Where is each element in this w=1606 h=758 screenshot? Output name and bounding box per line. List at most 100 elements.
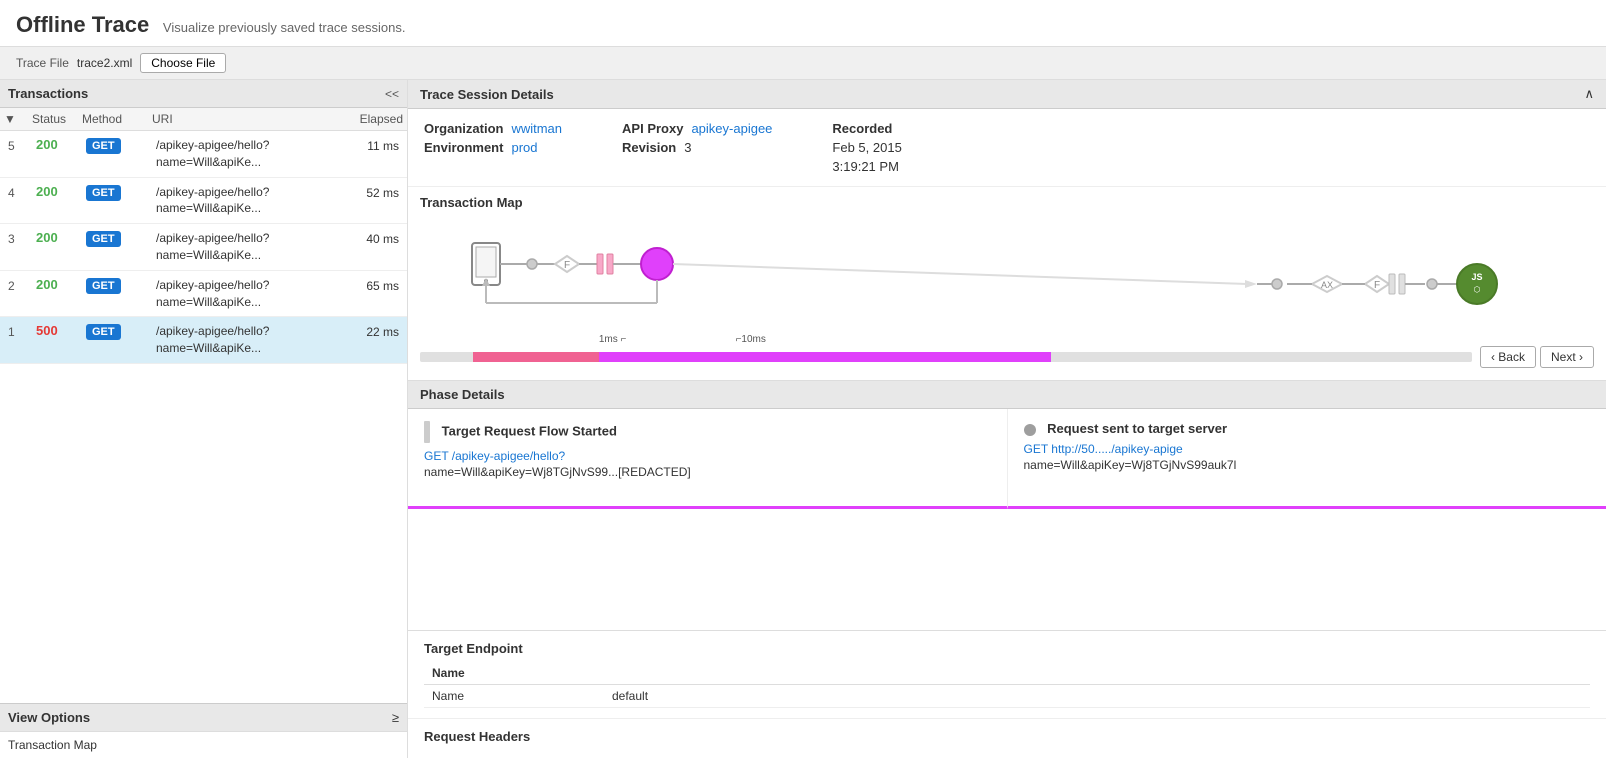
api-proxy-label: API Proxy: [622, 121, 683, 136]
trace-file-label: Trace File: [16, 56, 69, 70]
transactions-header: Transactions <<: [0, 80, 407, 108]
timeline-label-1ms: 1ms ⌐: [599, 334, 627, 345]
transactions-title: Transactions: [8, 86, 88, 101]
org-env-group: Organization wwitman Environment prod: [424, 121, 562, 174]
row-method: GET: [82, 277, 152, 294]
revision-row: Revision 3: [622, 140, 772, 155]
target-endpoint-section: Target Endpoint Name Name default: [408, 631, 1606, 719]
row-elapsed: 52 ms: [338, 184, 403, 200]
request-headers-title: Request Headers: [424, 729, 1590, 744]
phase-card-2-link: GET http://50...../apikey-apige: [1024, 442, 1591, 456]
trace-file-bar: Trace File trace2.xml Choose File: [0, 47, 1606, 80]
row-uri: /apikey-apigee/hello?name=Will&apiKe...: [152, 184, 338, 218]
collapse-session-button[interactable]: ∧: [1584, 86, 1594, 102]
right-panel: Trace Session Details ∧ Organization wwi…: [408, 80, 1606, 758]
collapse-transactions-button[interactable]: <<: [385, 87, 399, 101]
table-row[interactable]: 3 200 GET /apikey-apigee/hello?name=Will…: [0, 224, 407, 271]
recorded-value-row: Feb 5, 2015: [832, 140, 901, 155]
page-title: Offline Trace: [16, 12, 149, 37]
transaction-map-svg: F: [420, 218, 1594, 328]
timeline-segment-magenta: [599, 352, 1051, 362]
phase-card-1: Target Request Flow Started GET /apikey-…: [408, 409, 1008, 509]
view-options-content: Transaction Map: [0, 731, 407, 758]
organization-value: wwitman: [511, 121, 562, 136]
phase-cards: Target Request Flow Started GET /apikey-…: [408, 409, 1606, 509]
transaction-map-section: Transaction Map F: [408, 187, 1606, 381]
organization-label: Organization: [424, 121, 503, 136]
row-num: 5: [4, 137, 32, 153]
main-layout: Transactions << ▼ Status Method URI Elap…: [0, 80, 1606, 758]
proxy-revision-group: API Proxy apikey-apigee Revision 3: [622, 121, 772, 174]
row-num: 3: [4, 230, 32, 246]
timeline-container: 1ms ⌐ ⌐10ms ‹ Back Next ›: [420, 342, 1594, 376]
row-method: GET: [82, 137, 152, 154]
row-status: 200: [32, 184, 82, 199]
row-uri: /apikey-apigee/hello?name=Will&apiKe...: [152, 230, 338, 264]
phase-card-2: Request sent to target server GET http:/…: [1008, 409, 1606, 509]
environment-row: Environment prod: [424, 140, 562, 155]
recorded-label: Recorded: [832, 121, 892, 136]
choose-file-button[interactable]: Choose File: [140, 53, 226, 73]
view-options-collapse-button[interactable]: ≥: [392, 710, 399, 725]
view-options-transaction-map: Transaction Map: [8, 738, 97, 752]
environment-label: Environment: [424, 140, 503, 155]
table-row[interactable]: 5 200 GET /apikey-apigee/hello?name=Will…: [0, 131, 407, 178]
row-uri: /apikey-apigee/hello?name=Will&apiKe...: [152, 277, 338, 311]
method-column-header: Method: [78, 112, 148, 126]
elapsed-column-header: Elapsed: [342, 112, 407, 126]
row-elapsed: 65 ms: [338, 277, 403, 293]
recorded-time: 3:19:21 PM: [832, 159, 899, 174]
table-row[interactable]: 4 200 GET /apikey-apigee/hello?name=Will…: [0, 178, 407, 225]
transactions-list: 5 200 GET /apikey-apigee/hello?name=Will…: [0, 131, 407, 703]
row-status: 500: [32, 323, 82, 338]
trace-file-name: trace2.xml: [77, 56, 132, 70]
timeline-nav-buttons: ‹ Back Next ›: [1480, 346, 1594, 368]
row-uri: /apikey-apigee/hello?name=Will&apiKe...: [152, 137, 338, 171]
endpoint-table: Name Name default: [424, 662, 1590, 708]
recorded-group: Recorded Feb 5, 2015 3:19:21 PM: [832, 121, 901, 174]
view-options-title: View Options: [8, 710, 90, 725]
table-row[interactable]: 2 200 GET /apikey-apigee/hello?name=Will…: [0, 271, 407, 318]
api-proxy-row: API Proxy apikey-apigee: [622, 121, 772, 136]
back-button[interactable]: ‹ Back: [1480, 346, 1536, 368]
session-info: Organization wwitman Environment prod AP…: [408, 109, 1606, 187]
endpoint-value-cell: default: [604, 685, 1590, 708]
phase-card-1-text: name=Will&apiKey=Wj8TGjNvS99...[REDACTED…: [424, 463, 991, 481]
page-header: Offline Trace Visualize previously saved…: [0, 0, 1606, 47]
phase-details-header: Phase Details: [408, 381, 1606, 409]
next-button[interactable]: Next ›: [1540, 346, 1594, 368]
status-column-header: Status: [28, 112, 78, 126]
row-num: 4: [4, 184, 32, 200]
recorded-label-row: Recorded: [832, 121, 901, 136]
row-elapsed: 40 ms: [338, 230, 403, 246]
phase-card-2-header: Request sent to target server: [1024, 421, 1591, 436]
revision-label: Revision: [622, 140, 676, 155]
row-uri: /apikey-apigee/hello?name=Will&apiKe...: [152, 323, 338, 357]
revision-value: 3: [684, 140, 691, 155]
phase-card-1-title: Target Request Flow Started: [442, 423, 617, 438]
sort-arrow[interactable]: ▼: [0, 112, 28, 126]
timeline-label-10ms: ⌐10ms: [736, 334, 766, 345]
view-options-bar: View Options ≥: [0, 703, 407, 731]
timeline-segment-pink: [473, 352, 599, 362]
table-row[interactable]: 1 500 GET /apikey-apigee/hello?name=Will…: [0, 317, 407, 364]
uri-column-header: URI: [148, 112, 342, 126]
endpoint-name-cell: Name: [424, 685, 604, 708]
svg-text:F: F: [1374, 280, 1380, 291]
timeline-bar: 1ms ⌐ ⌐10ms: [420, 348, 1472, 366]
phase-card-1-link: GET /apikey-apigee/hello?: [424, 449, 991, 463]
endpoint-row: Name default: [424, 685, 1590, 708]
page-subtitle: Visualize previously saved trace session…: [163, 20, 406, 35]
endpoint-value-header: [604, 662, 1590, 685]
target-endpoint-title: Target Endpoint: [424, 641, 1590, 656]
phase-card-2-title: Request sent to target server: [1047, 421, 1227, 436]
row-method: GET: [82, 323, 152, 340]
request-headers-section: Request Headers: [408, 719, 1606, 758]
organization-row: Organization wwitman: [424, 121, 562, 136]
phase-card-1-bar-icon: [424, 421, 430, 443]
row-method: GET: [82, 184, 152, 201]
trace-session-header: Trace Session Details ∧: [408, 80, 1606, 109]
endpoint-name-header: Name: [424, 662, 604, 685]
row-status: 200: [32, 277, 82, 292]
svg-text:⬡: ⬡: [1474, 285, 1481, 294]
